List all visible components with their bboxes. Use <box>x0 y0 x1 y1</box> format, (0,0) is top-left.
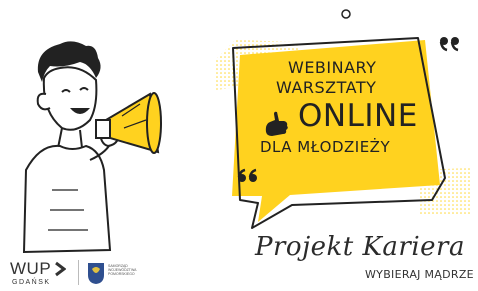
wup-city: GDAŃSK <box>12 279 51 286</box>
headline-webinary: WEBINARY <box>288 58 377 77</box>
pointing-hand-icon <box>265 111 288 136</box>
wup-arrow-icon <box>55 261 66 277</box>
crest-icon <box>88 263 104 284</box>
headline-audience: DLA MŁODZIEŻY <box>260 138 391 156</box>
banner: WEBINARY WARSZTATY ONLINE DLA MŁODZIEŻY <box>0 0 478 291</box>
brand-name: Projekt Kariera <box>255 232 465 262</box>
crest-caption: SAMORZĄD WOJEWÓDZTWA POMORSKIEGO <box>108 264 137 276</box>
character-illustration <box>22 41 162 254</box>
headline-warsztaty: WARSZTATY <box>276 78 377 97</box>
brand-tagline: WYBIERAJ MĄDRZE <box>365 268 474 281</box>
quote-icon <box>237 168 257 182</box>
quote-icon <box>439 37 459 52</box>
wup-logo: WUP <box>10 259 52 278</box>
logo-divider <box>78 260 79 285</box>
headline-online: ONLINE <box>298 98 418 134</box>
